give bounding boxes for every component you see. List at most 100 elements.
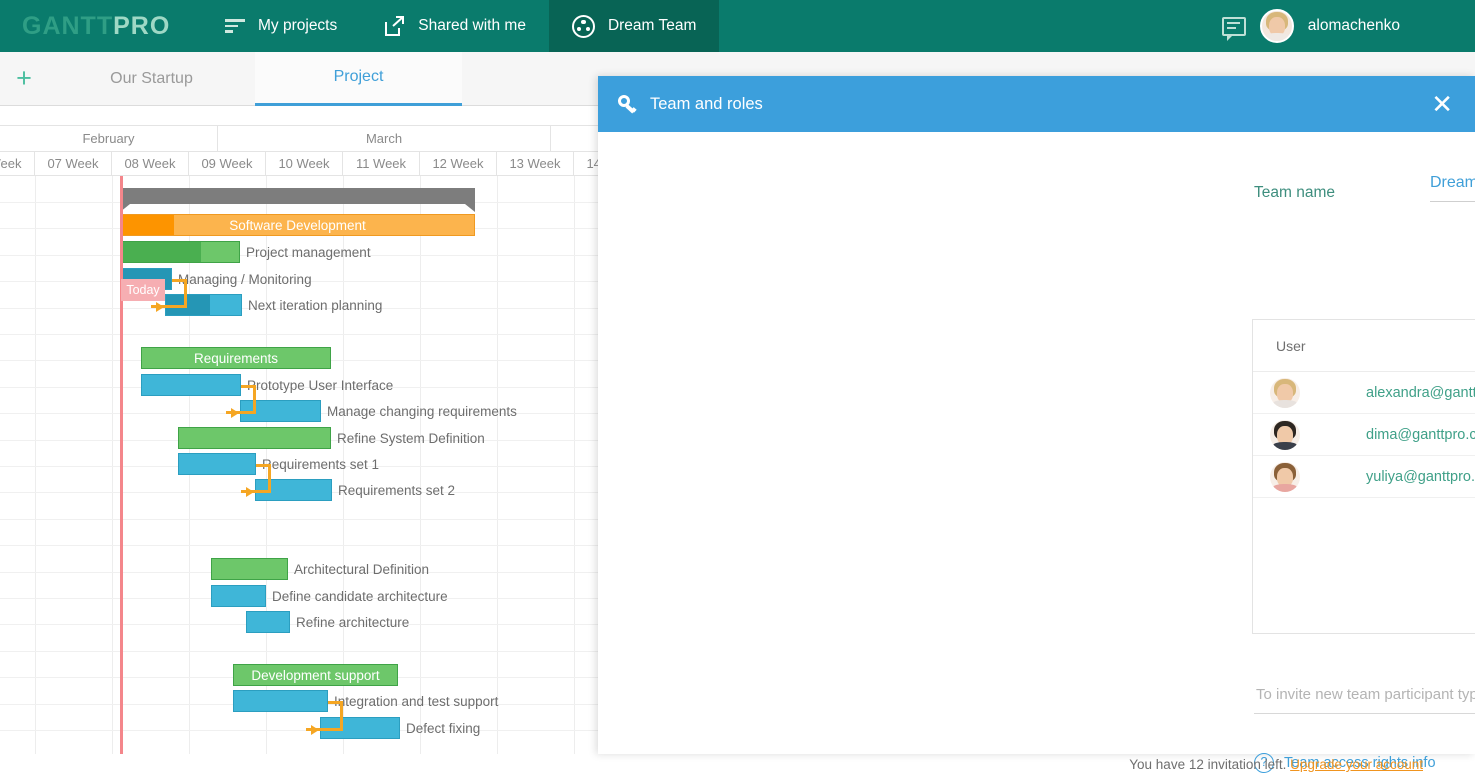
table-row[interactable]: dima@ganttpro.comActiveMember✕ (1253, 414, 1475, 456)
task-label: Managing / Monitoring (178, 272, 312, 287)
task-label: Refine architecture (296, 615, 410, 630)
task-progress-fill (121, 242, 202, 262)
task-label: Prototype User Interface (247, 378, 394, 393)
gantt-week-header: 06 Week07 Week08 Week09 Week10 Week11 We… (0, 152, 600, 176)
task-label: Define candidate architecture (272, 589, 448, 604)
gantt-month-header: February March (0, 126, 600, 152)
nav-item-shared-with-me[interactable]: Shared with me (360, 0, 549, 52)
grid-line-horizontal (0, 730, 600, 731)
task-label: Integration and test support (334, 694, 499, 709)
close-icon[interactable]: ✕ (1431, 91, 1453, 117)
today-marker-line (120, 176, 123, 754)
table-header-row: User Status Role (1253, 320, 1475, 372)
today-badge: Today (121, 279, 165, 301)
member-email[interactable]: dima@ganttpro.com (1366, 414, 1475, 456)
user-avatar[interactable] (1259, 9, 1294, 43)
gantt-toolbar (0, 106, 600, 126)
team-members-table: User Status Role alexandra@ganttpro.comA… (1252, 319, 1475, 634)
task-label: Requirements set 2 (338, 483, 456, 498)
gantt-month-cell: March (218, 126, 551, 152)
gantt-task-bar[interactable]: Refine System Definition (178, 427, 485, 449)
task-label: Requirements set 1 (262, 457, 380, 472)
nav-label-my-projects: My projects (258, 17, 338, 34)
gantt-task-bar[interactable]: Requirements (141, 347, 331, 369)
invitations-left-count: You have 12 invitation left. (1129, 757, 1287, 772)
grid-line-horizontal (0, 545, 600, 546)
table-body: alexandra@ganttpro.comActiveOwnerdima@ga… (1253, 372, 1475, 498)
chat-bubble-icon[interactable] (1221, 16, 1246, 41)
task-label: Architectural Definition (294, 562, 430, 577)
grid-line-vertical (112, 176, 113, 754)
gantt-week-cell: 09 Week (189, 152, 266, 176)
gantt-task-bar[interactable]: Define candidate architecture (211, 585, 448, 607)
team-and-roles-panel: Team and roles ✕ Team name User Status R… (598, 76, 1475, 773)
table-row[interactable]: alexandra@ganttpro.comActiveOwner (1253, 372, 1475, 414)
panel-header: Team and roles ✕ (598, 76, 1475, 132)
gantt-task-bar[interactable]: Project management (120, 241, 371, 263)
task-label: Requirements (193, 351, 279, 366)
grid-line-horizontal (0, 334, 600, 335)
column-header-user: User (1276, 338, 1306, 354)
logo-text-right: PRO (113, 11, 171, 40)
grid-line-horizontal (0, 651, 600, 652)
gantt-task-bar[interactable]: Architectural Definition (211, 558, 429, 580)
tab-our-startup[interactable]: Our Startup (48, 52, 255, 106)
member-email[interactable]: alexandra@ganttpro.com (1366, 372, 1475, 414)
gantt-task-bar[interactable]: Software Development (120, 214, 475, 236)
gantt-task-bar[interactable]: Integration and test support (233, 690, 498, 712)
task-label: Defect fixing (406, 721, 481, 736)
invite-person-input[interactable] (1254, 676, 1475, 714)
gantt-task-bar[interactable] (120, 188, 475, 212)
member-email[interactable]: yuliya@ganttpro.com (1366, 456, 1475, 498)
gantt-week-cell: 07 Week (35, 152, 112, 176)
app-logo[interactable]: GANTTPRO (22, 12, 202, 41)
nav-label-shared-with-me: Shared with me (418, 17, 526, 34)
add-tab-button[interactable]: + (0, 65, 48, 92)
gantt-month-cell (551, 126, 600, 152)
task-label: Next iteration planning (248, 298, 383, 313)
invitations-left-text: You have 12 invitation left. Upgrade you… (1129, 757, 1423, 772)
task-label: Project management (246, 245, 371, 260)
gantt-task-bar[interactable]: Refine architecture (246, 611, 409, 633)
gantt-week-cell: 11 Week (343, 152, 420, 176)
grid-line-vertical (497, 176, 498, 754)
grid-line-vertical (35, 176, 36, 754)
grid-line-horizontal (0, 519, 600, 520)
logo-text-left: GANTT (22, 11, 114, 40)
avatar (1270, 462, 1300, 492)
gantt-task-bar[interactable]: Development support (233, 664, 398, 686)
grid-line-vertical (574, 176, 575, 754)
gantt-task-bar[interactable]: Prototype User Interface (141, 374, 393, 396)
share-external-icon (383, 15, 405, 37)
nav-item-my-projects[interactable]: My projects (202, 0, 360, 52)
gantt-chart-area: FebruaryMarch 06 Week07 Week08 Week09 We… (0, 106, 600, 754)
task-label: Development support (251, 668, 380, 683)
nav-right-group: alomachenko (1221, 9, 1475, 43)
gantt-week-cell: 10 Week (266, 152, 343, 176)
nav-label-dream-team: Dream Team (607, 17, 697, 34)
task-label: Software Development (229, 218, 366, 233)
task-label: Refine System Definition (337, 431, 485, 446)
table-row[interactable]: yuliya@ganttpro.comActiveMember✕ (1253, 456, 1475, 498)
gantt-week-cell: 13 Week (497, 152, 574, 176)
team-name-input[interactable] (1430, 174, 1475, 202)
team-name-label: Team name (1254, 184, 1335, 201)
tab-project[interactable]: Project (255, 51, 462, 106)
task-label: Manage changing requirements (327, 404, 517, 419)
panel-title: Team and roles (650, 94, 763, 113)
team-circle-icon (571, 14, 595, 38)
gantt-task-bar[interactable]: Requirements set 1 (178, 453, 379, 475)
gantt-week-cell: 14 Week (574, 152, 600, 176)
team-name-row: Team name (1254, 174, 1475, 202)
top-navigation-bar: GANTTPRO My projects Shared with me Drea… (0, 0, 1475, 52)
upgrade-account-link[interactable]: Upgrade your account (1290, 757, 1423, 772)
gantt-week-cell: 06 Week (0, 152, 35, 176)
gantt-week-cell: 08 Week (112, 152, 189, 176)
username-label[interactable]: alomachenko (1308, 17, 1400, 35)
key-icon (618, 95, 637, 114)
grid-line-vertical (420, 176, 421, 754)
nav-item-dream-team[interactable]: Dream Team (548, 0, 720, 52)
gantt-month-cell: February (0, 126, 218, 152)
gantt-week-cell: 12 Week (420, 152, 497, 176)
avatar (1270, 420, 1300, 450)
